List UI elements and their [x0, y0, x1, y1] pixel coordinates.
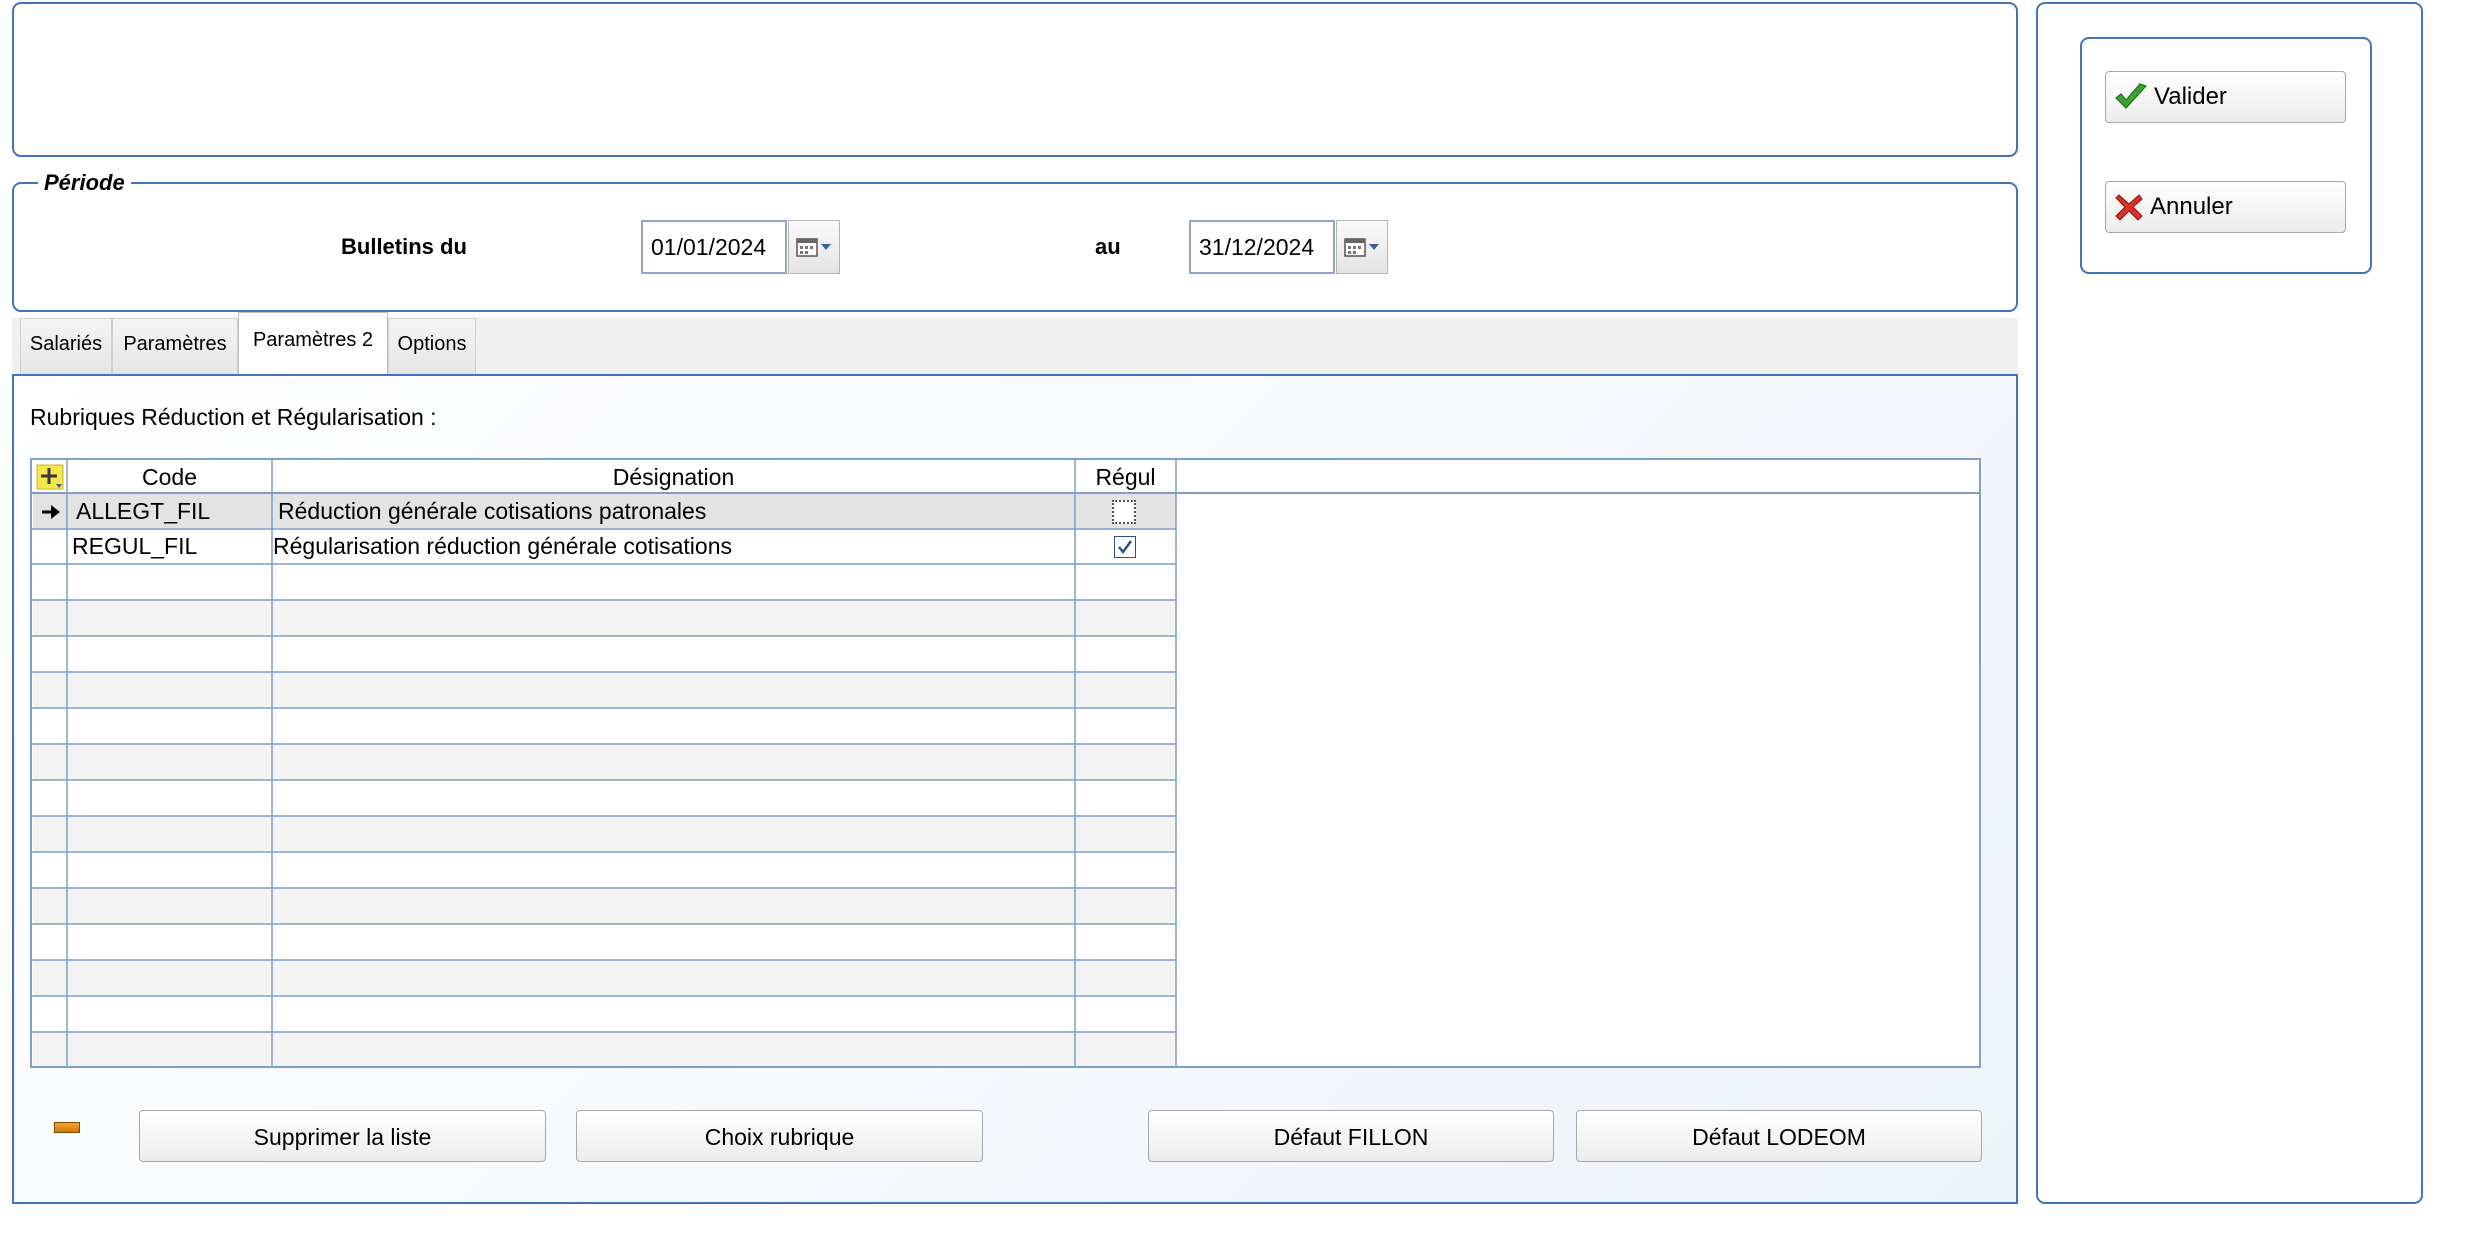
close-icon — [2115, 194, 2143, 221]
defaut-lodeom-button[interactable]: Défaut LODEOM — [1576, 1110, 1982, 1162]
row-1-regul-checkbox[interactable] — [1112, 500, 1136, 524]
row-2-code[interactable]: REGUL_FIL — [72, 529, 268, 563]
calendar-icon — [796, 238, 818, 257]
row-2-regul-checkbox[interactable] — [1114, 536, 1136, 558]
chevron-down-icon — [1369, 244, 1379, 250]
date-to-input[interactable] — [1189, 220, 1335, 274]
tab-salaries[interactable]: Salariés — [20, 318, 112, 374]
bulletins-du-label: Bulletins du — [341, 234, 467, 259]
checkmark-icon — [1118, 540, 1133, 555]
column-header-regul[interactable]: Régul — [1075, 460, 1176, 494]
valider-label: Valider — [2154, 83, 2227, 110]
tab-parametres[interactable]: Paramètres — [112, 318, 238, 374]
tab-label: Paramètres — [123, 333, 227, 355]
tab-options[interactable]: Options — [388, 318, 476, 374]
annuler-button[interactable]: Annuler — [2105, 181, 2346, 233]
chevron-down-icon — [821, 244, 831, 250]
checkmark-icon — [2115, 83, 2148, 109]
rubriques-grid: Code Désignation Régul ALLEGT_FIL Réduct… — [30, 458, 1981, 1068]
tab-label: Paramètres 2 — [252, 329, 374, 351]
row-selector-arrow-icon — [42, 505, 60, 519]
annuler-label: Annuler — [2150, 193, 2233, 220]
column-header-designation[interactable]: Désignation — [272, 460, 1075, 494]
add-column-icon[interactable] — [36, 464, 64, 490]
au-label: au — [1095, 234, 1121, 259]
date-to-calendar-button[interactable] — [1336, 220, 1388, 274]
tab-label: Options — [397, 333, 467, 355]
section-title: Rubriques Réduction et Régularisation : — [30, 404, 437, 430]
tab-parametres-2[interactable]: Paramètres 2 — [238, 312, 388, 374]
valider-button[interactable]: Valider — [2105, 71, 2346, 123]
row-1-code[interactable]: ALLEGT_FIL — [76, 494, 268, 528]
row-2-designation[interactable]: Régularisation réduction générale cotisa… — [273, 529, 1073, 563]
calendar-icon — [1344, 238, 1366, 257]
periode-legend: Période — [38, 170, 131, 196]
supprimer-liste-button[interactable]: Supprimer la liste — [139, 1110, 546, 1162]
date-from-input[interactable] — [641, 220, 787, 274]
tab-label: Salariés — [29, 333, 103, 355]
header-panel — [12, 2, 2018, 157]
row-1-designation[interactable]: Réduction générale cotisations patronale… — [278, 494, 1068, 528]
defaut-fillon-button[interactable]: Défaut FILLON — [1148, 1110, 1554, 1162]
date-from-calendar-button[interactable] — [788, 220, 840, 274]
choix-rubrique-button[interactable]: Choix rubrique — [576, 1110, 983, 1162]
status-indicator — [54, 1122, 80, 1133]
column-header-code[interactable]: Code — [67, 460, 272, 494]
periode-panel: Période — [12, 170, 2018, 312]
